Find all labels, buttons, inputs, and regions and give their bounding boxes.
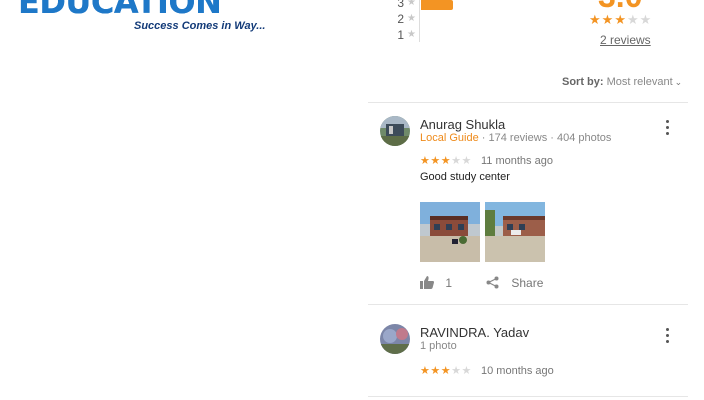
star-icon: ★ bbox=[461, 155, 472, 167]
reviews-count-link[interactable]: 2 reviews bbox=[600, 33, 651, 47]
avatar[interactable] bbox=[380, 324, 410, 354]
reviewer-meta: Local Guide · 174 reviews · 404 photos bbox=[420, 132, 611, 144]
star-icon: ★ bbox=[639, 12, 653, 27]
star-icon: ★ bbox=[451, 365, 462, 377]
chevron-down-icon: ⌄ bbox=[674, 77, 683, 87]
reviewer-stats: · 174 reviews · 404 photos bbox=[478, 132, 612, 144]
reviewer-name[interactable]: RAVINDRA. Yadav bbox=[420, 325, 529, 340]
reviewer-stats: 1 photo bbox=[420, 340, 457, 352]
histogram-bar-3 bbox=[421, 0, 453, 10]
star-icon: ★ bbox=[430, 155, 441, 167]
share-label: Share bbox=[511, 276, 544, 291]
review-photo[interactable] bbox=[485, 202, 545, 262]
star-icon: ★ bbox=[614, 12, 627, 27]
sort-value: Most relevant bbox=[606, 76, 673, 88]
share-icon bbox=[486, 276, 499, 292]
sort-dropdown[interactable]: Sort by: Most relevant ⌄ bbox=[562, 76, 682, 88]
star-icon: ★ bbox=[407, 29, 416, 40]
brand-logo: EDUCATION Success Comes in Way... bbox=[18, 0, 265, 32]
review-text: Good study center bbox=[420, 171, 510, 183]
star-icon: ★ bbox=[589, 12, 602, 27]
review-time: 11 months ago bbox=[481, 155, 553, 167]
histogram-label: 1 bbox=[397, 28, 404, 42]
sort-label: Sort by: bbox=[562, 76, 604, 88]
more-vert-icon[interactable] bbox=[662, 120, 672, 138]
star-icon: ★ bbox=[420, 155, 431, 167]
thumb-up-icon bbox=[420, 276, 434, 292]
like-count: 1 bbox=[445, 276, 453, 291]
star-icon: ★ bbox=[430, 365, 441, 377]
review-photo[interactable] bbox=[420, 202, 480, 262]
review-stars: ★★★★★ bbox=[420, 154, 472, 167]
star-icon: ★ bbox=[451, 155, 462, 167]
star-icon: ★ bbox=[440, 155, 452, 167]
summary-stars: ★★★★★ bbox=[589, 12, 652, 28]
star-icon: ★ bbox=[407, 13, 416, 24]
local-guide-badge: Local Guide bbox=[420, 132, 479, 144]
star-icon: ★ bbox=[601, 12, 615, 27]
reviewer-name[interactable]: Anurag Shukla bbox=[420, 117, 505, 132]
share-button[interactable]: Share bbox=[486, 276, 543, 292]
logo-tagline: Success Comes in Way... bbox=[134, 20, 266, 32]
histogram-axis bbox=[419, 0, 420, 42]
star-icon: ★ bbox=[420, 365, 431, 377]
more-vert-icon[interactable] bbox=[662, 328, 672, 346]
like-button[interactable]: 1 bbox=[420, 276, 452, 292]
logo-wordmark: EDUCATION bbox=[18, 0, 222, 21]
star-icon: ★ bbox=[626, 12, 640, 27]
avatar[interactable] bbox=[380, 116, 410, 146]
histogram-label: 2 bbox=[397, 12, 404, 26]
review-time: 10 months ago bbox=[481, 365, 554, 377]
star-icon: ★ bbox=[440, 365, 452, 377]
star-icon: ★ bbox=[461, 365, 472, 377]
divider bbox=[368, 102, 688, 103]
review-stars: ★★★★★ bbox=[420, 364, 472, 377]
divider bbox=[368, 396, 688, 397]
divider bbox=[368, 304, 688, 305]
star-icon: ★ bbox=[407, 0, 416, 8]
histogram-label: 3 bbox=[397, 0, 404, 10]
